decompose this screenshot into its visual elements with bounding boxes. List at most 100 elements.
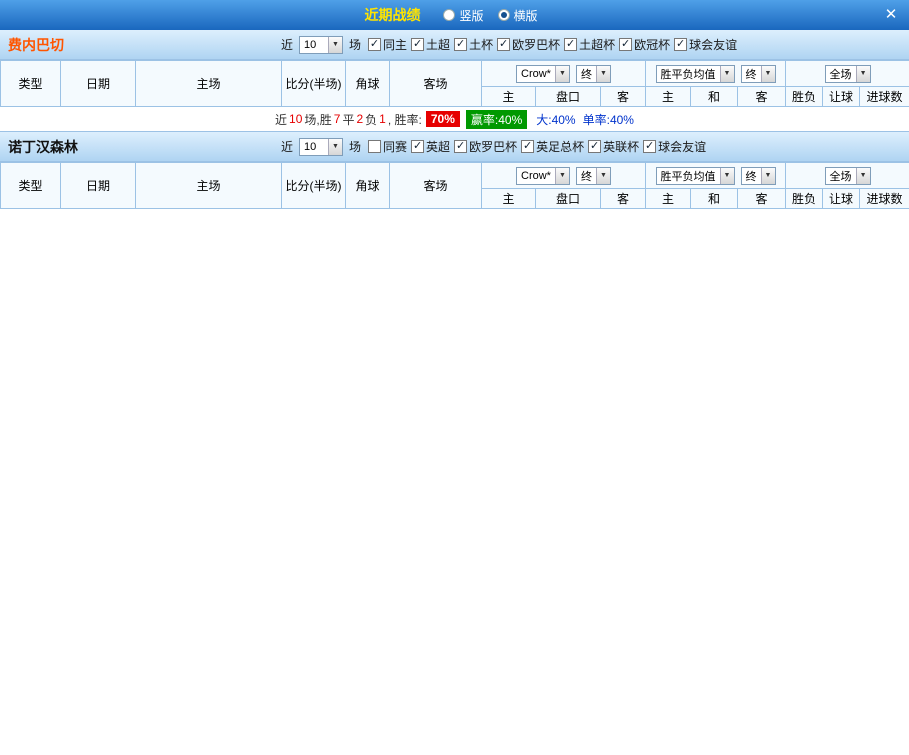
filter-checkboxes: ✓ 同主 ✓ 土超 ✓ 土杯 ✓ 欧罗巴杯 ✓ 土超杯 ✓ 欧冠杯 ✓ 球会友谊 <box>368 36 741 53</box>
filter-checkbox-土超杯[interactable]: ✓ 土超杯 <box>564 36 617 53</box>
checkbox-icon[interactable]: ✓ <box>411 38 425 51</box>
checkbox-icon[interactable]: ✓ <box>564 38 578 51</box>
chevron-down-icon: ▼ <box>760 167 775 184</box>
filter-checkbox-欧罗巴杯[interactable]: ✓ 欧罗巴杯 <box>497 36 562 53</box>
checkbox-icon[interactable]: ✓ <box>521 140 535 153</box>
team-name: 费内巴切 <box>8 36 64 53</box>
final-odds-select[interactable]: 终 ▼ <box>575 64 611 83</box>
subcol-euro-home: 主 <box>645 86 691 107</box>
filter-checkbox-欧罗巴杯[interactable]: ✓ 欧罗巴杯 <box>454 138 519 155</box>
odds-company-select[interactable]: Crow* ▼ <box>516 166 570 185</box>
filter-checkbox-label: 英超 <box>426 140 451 154</box>
radio-label: 横版 <box>513 8 538 23</box>
subcol-euro-home: 主 <box>645 188 691 209</box>
col-corner: 角球 <box>345 162 390 209</box>
summary-part: 近 <box>275 112 288 127</box>
summary-part: 7 <box>333 112 341 126</box>
filter-bar: 近 10 ▼ 场 ✓ 同主 ✓ 土超 ✓ 土杯 ✓ 欧罗巴杯 ✓ 土超杯 ✓ 欧冠杯 ✓ 球会友谊 <box>278 35 741 54</box>
filter-bar: 近 10 ▼ 场 同赛 ✓ 英超 ✓ 欧罗巴杯 ✓ 英足总杯 ✓ 英联杯 ✓ 球会友谊 <box>278 137 710 156</box>
filter-checkbox-土超[interactable]: ✓ 土超 <box>411 36 452 53</box>
checkbox-icon[interactable]: ✓ <box>619 38 633 51</box>
subcol-goals: 进球数 <box>859 86 909 107</box>
summary-part: 负 <box>365 112 378 127</box>
filter-checkbox-label: 同赛 <box>383 140 408 154</box>
full-match-select[interactable]: 全场 ▼ <box>824 166 871 185</box>
filter-checkbox-英足总杯[interactable]: ✓ 英足总杯 <box>521 138 586 155</box>
filter-checkbox-英联杯[interactable]: ✓ 英联杯 <box>588 138 641 155</box>
filter-checkbox-欧冠杯[interactable]: ✓ 欧冠杯 <box>619 36 672 53</box>
col-score: 比分(半场) <box>281 60 346 107</box>
avg-odds-select[interactable]: 胜平负均值 ▼ <box>655 166 735 185</box>
subcol-euro-draw: 和 <box>690 86 738 107</box>
final-avg-select[interactable]: 终 ▼ <box>740 166 776 185</box>
checkbox-icon[interactable]: ✓ <box>674 38 688 51</box>
col-type: 类型 <box>0 162 61 209</box>
col-score: 比分(半场) <box>281 162 346 209</box>
filter-checkbox-label: 欧冠杯 <box>634 38 671 52</box>
layout-radio-vertical[interactable]: 竖版 <box>443 7 484 24</box>
filter-unit-label: 场 <box>349 38 362 52</box>
checkbox-icon[interactable]: ✓ <box>588 140 602 153</box>
filter-checkboxes: 同赛 ✓ 英超 ✓ 欧罗巴杯 ✓ 英足总杯 ✓ 英联杯 ✓ 球会友谊 <box>368 138 710 155</box>
results-table: 类型 日期 主场 比分(半场) 角球 客场 Crow* ▼ 终 ▼ 胜平负均值 ▼ 终 ▼ … <box>0 162 909 209</box>
col-away: 客场 <box>389 162 482 209</box>
subcol-asian-away: 客 <box>600 86 646 107</box>
filter-checkbox-同主[interactable]: ✓ 同主 <box>368 36 409 53</box>
summary-part: 平 <box>342 112 355 127</box>
checkbox-icon[interactable]: ✓ <box>411 140 425 153</box>
dialog-title: 近期战绩 <box>364 7 421 23</box>
subcol-result: 胜负 <box>785 86 824 107</box>
filter-unit-label: 场 <box>349 140 362 154</box>
title-bar: 近期战绩 竖版 横版 ✕ <box>0 0 909 30</box>
summary-part: 10 <box>289 112 303 126</box>
final-odds-select[interactable]: 终 ▼ <box>575 166 611 185</box>
checkbox-icon[interactable]: ✓ <box>454 38 468 51</box>
radio-icon <box>497 9 510 21</box>
summary-row: 近 10 场,胜 7 平 2 负 1, 胜率: 70% 赢率:40% 大:40% 单率:40% <box>0 107 909 132</box>
sections-container: 费内巴切 近 10 ▼ 场 ✓ 同主 ✓ 土超 ✓ 土杯 ✓ 欧罗巴杯 ✓ 土超杯 ✓ 欧冠杯 ✓ 球会友… <box>0 30 909 209</box>
filter-checkbox-土杯[interactable]: ✓ 土杯 <box>454 36 495 53</box>
chevron-down-icon: ▼ <box>328 138 343 155</box>
odds-company-select[interactable]: Crow* ▼ <box>516 64 570 83</box>
filter-checkbox-球会友谊[interactable]: ✓ 球会友谊 <box>643 138 708 155</box>
summary-part: 赢率:40% <box>465 109 528 129</box>
chevron-down-icon: ▼ <box>855 167 870 184</box>
full-match-group: 全场 ▼ <box>785 60 909 87</box>
subcol-euro-away: 客 <box>736 86 787 107</box>
subcol-handicap-result: 让球 <box>822 86 861 107</box>
subcol-euro-away: 客 <box>736 188 787 209</box>
full-match-select[interactable]: 全场 ▼ <box>824 64 871 83</box>
match-count-select[interactable]: 10 ▼ <box>299 35 344 54</box>
col-corner: 角球 <box>345 60 390 107</box>
results-table: 类型 日期 主场 比分(半场) 角球 客场 Crow* ▼ 终 ▼ 胜平负均值 ▼ 终 ▼ … <box>0 60 909 107</box>
team-section: 费内巴切 近 10 ▼ 场 ✓ 同主 ✓ 土超 ✓ 土杯 ✓ 欧罗巴杯 ✓ 土超杯 ✓ 欧冠杯 ✓ 球会友… <box>0 30 909 132</box>
final-avg-select[interactable]: 终 ▼ <box>740 64 776 83</box>
summary-part: 70% <box>425 111 460 127</box>
filter-checkbox-label: 欧罗巴杯 <box>512 38 561 52</box>
summary-part: 大:40% <box>536 112 576 127</box>
avg-odds-select[interactable]: 胜平负均值 ▼ <box>655 64 735 83</box>
count-value: 10 <box>304 38 317 51</box>
close-icon[interactable]: ✕ <box>880 4 902 26</box>
filter-checkbox-label: 土超 <box>426 38 451 52</box>
layout-radio-horizontal[interactable]: 横版 <box>497 7 538 24</box>
chevron-down-icon: ▼ <box>554 167 569 184</box>
checkbox-icon[interactable] <box>368 140 382 153</box>
radio-label: 竖版 <box>459 8 484 23</box>
filter-checkbox-英超[interactable]: ✓ 英超 <box>411 138 452 155</box>
chevron-down-icon: ▼ <box>595 65 610 82</box>
filter-checkbox-label: 欧罗巴杯 <box>469 140 518 154</box>
filter-checkbox-同赛[interactable]: 同赛 <box>368 138 409 155</box>
match-count-select[interactable]: 10 ▼ <box>299 137 344 156</box>
team-name: 诺丁汉森林 <box>8 138 78 155</box>
checkbox-icon[interactable]: ✓ <box>643 140 657 153</box>
summary-part: 2 <box>356 112 364 126</box>
checkbox-icon[interactable]: ✓ <box>368 38 382 51</box>
subcol-handicap: 盘口 <box>535 188 601 209</box>
col-home: 主场 <box>135 162 282 209</box>
summary-part: 1 <box>379 112 386 126</box>
subcol-goals: 进球数 <box>859 188 909 209</box>
checkbox-icon[interactable]: ✓ <box>454 140 468 153</box>
filter-checkbox-球会友谊[interactable]: ✓ 球会友谊 <box>674 36 739 53</box>
checkbox-icon[interactable]: ✓ <box>497 38 511 51</box>
